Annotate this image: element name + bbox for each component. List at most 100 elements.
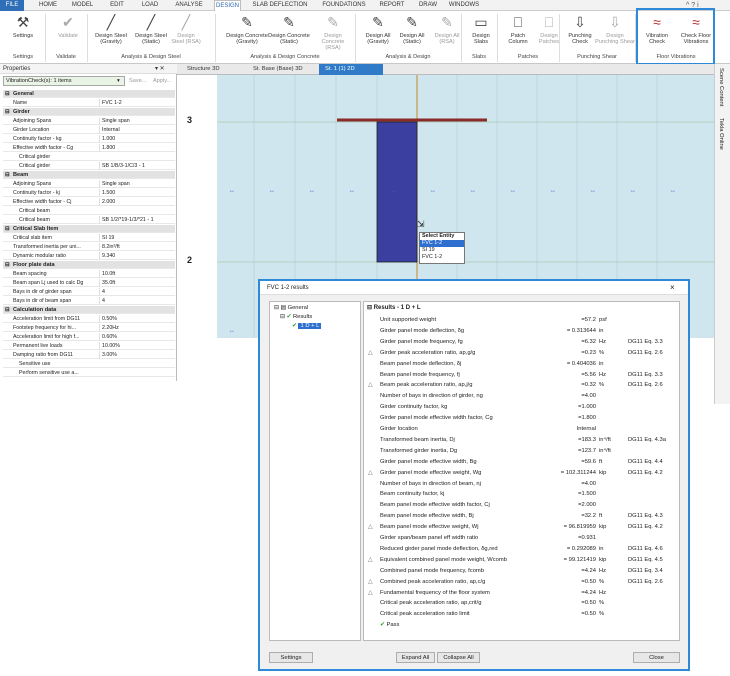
expander-icon[interactable]: ⊟ — [5, 225, 10, 233]
collapse-all-button[interactable]: Collapse All — [437, 652, 480, 663]
property-value[interactable]: 8.2in³/ft — [99, 243, 175, 252]
ribbon-design-steel-static-button[interactable]: ╱ Design Steel (Static) — [132, 13, 170, 51]
ribbon-design-concrete-rsa-button[interactable]: ✎ Design Concrete (RSA) — [314, 13, 352, 51]
tab-home[interactable]: HOME — [33, 0, 63, 11]
select-entity-item[interactable]: SI 19 — [420, 247, 464, 254]
result-row: △ Beam peak acceleration ratio, ap,j/g =0.… — [364, 380, 681, 390]
ribbon-design-punching-shear-button[interactable]: ⇩ Design Punching Shear — [595, 13, 635, 51]
tree-item-load-case[interactable]: ✔ 1 D + L — [292, 323, 322, 329]
property-value[interactable]: 0.60% — [99, 333, 175, 342]
ribbon-button-label: Design Concrete (Static) — [268, 33, 310, 46]
close-icon[interactable]: × — [670, 281, 675, 295]
view-tab[interactable]: Structure 3D — [181, 64, 243, 75]
ribbon-design-slabs-button[interactable]: ▭ Design Slabs — [466, 13, 496, 51]
property-value[interactable]: 10.0ft — [99, 270, 175, 279]
result-val: =0.50 — [581, 578, 596, 585]
property-value[interactable]: 3.00% — [99, 351, 175, 360]
ribbon-design-all-gravity-button[interactable]: ✎ Design All (Gravity) — [362, 13, 394, 51]
result-label-cell: Unit supported weight — [380, 315, 436, 325]
apply-button[interactable]: Apply... — [153, 78, 171, 84]
property-value[interactable]: SB 1/B/3-1/C/3 - 1 — [99, 162, 175, 171]
tab-load[interactable]: LOAD — [138, 0, 162, 11]
ribbon-icon: ⎕ — [544, 14, 554, 30]
ribbon-patch-column-button[interactable]: ⎕ Patch Column — [503, 13, 533, 51]
property-value[interactable]: 2.000 — [99, 198, 175, 207]
expander-icon[interactable]: ⊟ — [5, 90, 10, 98]
result-label-cell: Critical peak acceleration ratio limit — [380, 609, 470, 619]
tekla-online-tab[interactable]: Tekla Online — [718, 118, 724, 150]
ribbon-design-all-static-button[interactable]: ✎ Design All (Static) — [396, 13, 428, 51]
ribbon-punching-check-button[interactable]: ⇩ Punching Check — [565, 13, 595, 51]
ribbon-design-all-rsa-button[interactable]: ✎ Design All (RSA) — [431, 13, 463, 51]
tab-slab-deflection[interactable]: SLAB DEFLECTION — [248, 0, 312, 11]
scene-content-tab[interactable]: Scene Content — [718, 68, 724, 106]
ribbon-design-steel-gravity-button[interactable]: ╱ Design Steel (Gravity) — [92, 13, 130, 51]
select-entity-item[interactable]: FVC 1-2 — [420, 240, 464, 247]
tab-file[interactable]: FILE — [0, 0, 24, 11]
property-value[interactable]: Single span — [99, 117, 175, 126]
result-row: Number of bays in direction of girder, n… — [364, 391, 681, 401]
property-value[interactable]: SI 19 — [99, 234, 175, 243]
property-value[interactable]: 2.20Hz — [99, 324, 175, 333]
property-section-header[interactable]: ⊟ Critical Slab Item — [3, 225, 175, 234]
tree-item-general[interactable]: ⊟ ▤ General — [274, 305, 308, 311]
tab-windows[interactable]: WINDOWS — [446, 0, 482, 11]
select-entity-item[interactable]: FVC 1-2 — [420, 254, 464, 261]
ribbon-design-steel-rsa-button[interactable]: ╱ Design Steel (RSA) — [171, 13, 201, 51]
tab-foundations[interactable]: FOUNDATIONS — [320, 0, 368, 11]
result-label: Beam panel mode frequency, fj — [380, 371, 460, 378]
tab-analyse[interactable]: ANALYSE — [170, 0, 208, 11]
tab-report[interactable]: REPORT — [376, 0, 408, 11]
ribbon-icon: ╱ — [106, 14, 116, 30]
result-label: Critical peak acceleration ratio, ap,cri… — [380, 600, 482, 607]
property-value[interactable]: 1.800 — [99, 144, 175, 153]
result-val: =0.50 — [581, 611, 596, 618]
property-section-header[interactable]: ⊟ Beam — [3, 171, 175, 180]
property-value[interactable]: FVC 1-2 — [99, 99, 175, 108]
ribbon-design-concrete-static-button[interactable]: ✎ Design Concrete (Static) — [268, 13, 310, 51]
close-button[interactable]: Close — [633, 652, 680, 663]
expander-icon[interactable]: ⊟ — [5, 108, 10, 116]
properties-filter-select[interactable]: VibrationCheck(s): 1 items ▾ — [3, 76, 125, 86]
result-val: = 0.292089 — [566, 545, 596, 552]
property-value[interactable]: 4 — [99, 297, 175, 306]
property-value[interactable]: 0.50% — [99, 315, 175, 324]
property-value[interactable]: Internal — [99, 126, 175, 135]
view-tab[interactable]: St. Base (Base) 3D — [247, 64, 315, 75]
tab-model[interactable]: MODEL — [67, 0, 98, 11]
property-section-header[interactable]: ⊟ General — [3, 90, 175, 99]
ribbon-settings-button[interactable]: ⚒ Settings — [4, 13, 42, 51]
property-value[interactable]: 1.000 — [99, 135, 175, 144]
ribbon-button-label: Design Steel (Gravity) — [95, 33, 127, 46]
expander-icon[interactable]: ⊟ — [5, 261, 10, 269]
pin-icon[interactable]: ▾ ✕ — [155, 64, 165, 74]
expander-icon[interactable]: ⊟ — [5, 306, 10, 314]
property-section-header[interactable]: ⊟ Girder — [3, 108, 175, 117]
ribbon-validate-button[interactable]: ✔ Validate — [53, 13, 83, 51]
result-row: △ Girder peak acceleration ratio, ap,g/g =… — [364, 348, 681, 358]
expander-icon[interactable]: ⊟ — [5, 171, 10, 179]
property-section-header[interactable]: ⊟ Floor plate data — [3, 261, 175, 270]
property-value[interactable]: 1.500 — [99, 189, 175, 198]
save-button[interactable]: Save... — [129, 78, 146, 84]
expand-all-button[interactable]: Expand All — [396, 652, 435, 663]
result-label-cell: Beam panel mode effective weight, Wj — [380, 522, 479, 532]
property-value[interactable]: 4 — [99, 288, 175, 297]
property-value[interactable]: 10.00% — [99, 342, 175, 351]
result-label: Girder peak acceleration ratio, ap,g/g — [380, 349, 476, 356]
tab-edit[interactable]: EDIT — [104, 0, 130, 11]
property-value[interactable]: 35.0ft — [99, 279, 175, 288]
property-key: Critical Slab Item — [13, 226, 59, 232]
property-value[interactable]: Single span — [99, 180, 175, 189]
view-tab[interactable]: St. 1 (1) 2D — [319, 64, 383, 75]
property-value[interactable]: 9.340 — [99, 252, 175, 261]
tab-design[interactable]: DESIGN — [214, 0, 241, 11]
tab-draw[interactable]: DRAW — [416, 0, 440, 11]
settings-button[interactable]: Settings — [269, 652, 313, 663]
property-section-header[interactable]: ⊟ Calculation data — [3, 306, 175, 315]
ribbon-design-concrete-gravity-button[interactable]: ✎ Design Concrete (Gravity) — [226, 13, 268, 51]
tree-item-results[interactable]: ⊟ ✔ Results — [280, 314, 312, 320]
view-tabs: Structure 3D St. Base (Base) 3D St. 1 (1) … — [177, 64, 717, 75]
result-val: Internal — [576, 426, 596, 432]
property-value[interactable]: SB 1/2/*19-1/3/*21 - 1 — [99, 216, 175, 225]
